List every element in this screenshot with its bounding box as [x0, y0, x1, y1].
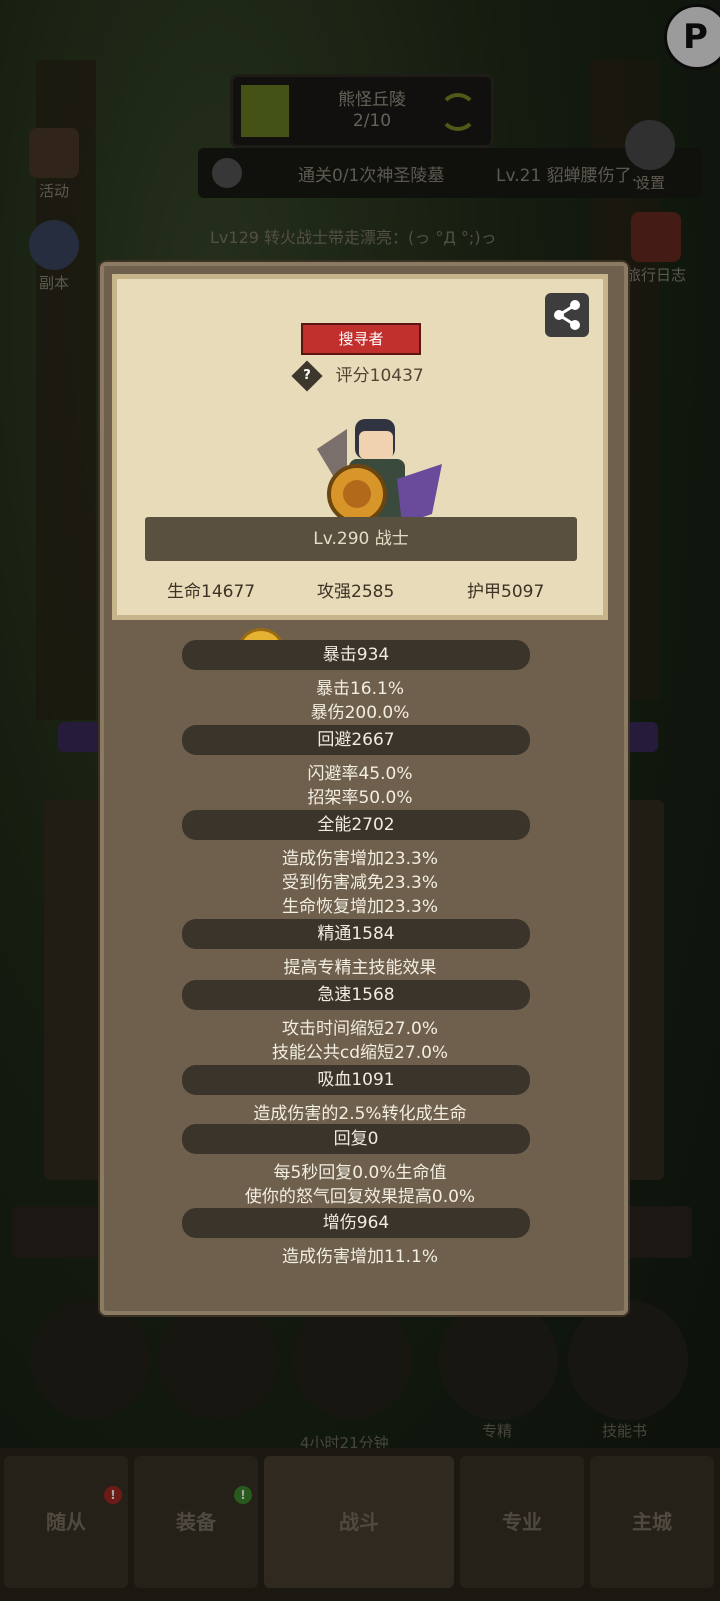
stat-header-leech: 吸血1091	[182, 1065, 530, 1095]
stat-detail: 暴击16.1%	[315, 679, 404, 699]
stat-detail: 招架率50.0%	[307, 788, 413, 808]
share-button[interactable]	[545, 293, 589, 337]
stat-detail: 技能公共cd缩短27.0%	[271, 1043, 449, 1063]
share-icon	[554, 300, 580, 330]
primary-stats: 生命14677 攻强2585 护甲5097	[117, 577, 603, 607]
help-icon[interactable]: ?	[291, 360, 323, 392]
hp-stat: 生命14677	[167, 582, 256, 602]
score-value: 评分10437	[335, 366, 424, 386]
score-row: ? 评分10437	[117, 360, 603, 392]
stat-header-versatility: 全能2702	[182, 810, 530, 840]
stat-detail: 提高专精主技能效果	[283, 958, 437, 978]
attack-stat: 攻强2585	[317, 582, 395, 602]
armor-stat: 护甲5097	[467, 582, 545, 602]
stat-detail: 受到伤害减免23.3%	[281, 873, 438, 893]
stat-detail: 造成伤害增加23.3%	[281, 849, 438, 869]
stat-header-regen: 回复0	[182, 1124, 530, 1154]
character-stats-modal: 搜寻者 ? 评分10437 Lv.290 战士 生命14677 攻强2585 护…	[100, 262, 628, 1315]
stat-header-damage-bonus: 增伤964	[182, 1208, 530, 1238]
stat-detail: 攻击时间缩短27.0%	[281, 1019, 438, 1039]
level-class-bar: Lv.290 战士	[145, 517, 577, 561]
stat-detail: 造成伤害的2.5%转化成生命	[253, 1104, 467, 1124]
character-card: 搜寻者 ? 评分10437 Lv.290 战士 生命14677 攻强2585 护…	[112, 274, 608, 620]
stat-detail: 每5秒回复0.0%生命值	[273, 1163, 447, 1183]
stat-detail: 使你的怒气回复效果提高0.0%	[244, 1187, 476, 1207]
stat-detail: 闪避率45.0%	[307, 764, 413, 784]
stat-detail: 造成伤害增加11.1%	[281, 1247, 438, 1267]
role-tag: 搜寻者	[301, 323, 421, 355]
stat-header-crit: 暴击934	[182, 640, 530, 670]
stat-header-mastery: 精通1584	[182, 919, 530, 949]
stat-header-haste: 急速1568	[182, 980, 530, 1010]
stat-header-dodge: 回避2667	[182, 725, 530, 755]
stat-detail: 暴伤200.0%	[310, 703, 410, 723]
stat-detail: 生命恢复增加23.3%	[281, 897, 438, 917]
